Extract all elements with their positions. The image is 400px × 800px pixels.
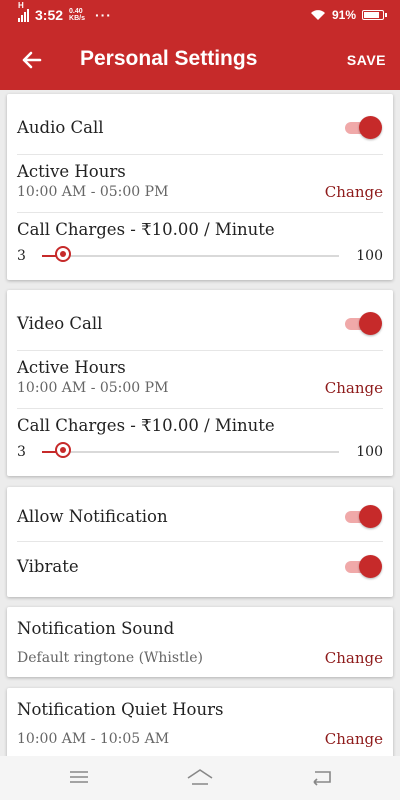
toggle-thumb (359, 312, 382, 335)
allow-notification-toggle[interactable] (345, 505, 382, 528)
status-bar: H 3:52 0.40 KB/s ··· 91% (0, 0, 400, 30)
video-call-card: Video Call Active Hours 10:00 AM - 05:00… (7, 290, 393, 476)
system-nav-bar (0, 756, 400, 800)
allow-notification-label: Allow Notification (17, 507, 168, 526)
slider-thumb[interactable] (55, 246, 72, 262)
battery-fill (364, 12, 380, 18)
audio-charges-label: Call Charges - ₹10.00 / Minute (17, 220, 275, 239)
audio-active-hours-change-link[interactable]: Change (325, 183, 383, 201)
battery-percent: 91% (331, 8, 356, 22)
vibrate-toggle[interactable] (345, 555, 382, 578)
vibrate-row: Vibrate (17, 555, 383, 579)
video-charges-label: Call Charges - ₹10.00 / Minute (17, 416, 275, 435)
vibrate-label: Vibrate (17, 557, 79, 576)
divider (17, 541, 383, 542)
audio-charges-row: Call Charges - ₹10.00 / Minute (17, 220, 383, 244)
speed-unit: KB/s (69, 15, 85, 22)
battery-icon (362, 10, 387, 20)
video-call-toggle[interactable] (345, 312, 382, 335)
slider-max-label: 100 (356, 444, 383, 460)
notification-sound-change-link[interactable]: Change (325, 649, 383, 667)
back-icon[interactable] (306, 766, 336, 788)
audio-active-hours-label: Active Hours (17, 162, 126, 181)
slider-track (42, 451, 339, 453)
quiet-hours-card[interactable]: Notification Quiet Hours 10:00 AM - 10:0… (7, 688, 393, 756)
slider-thumb[interactable] (55, 442, 72, 458)
more-notifications-icon: ··· (94, 7, 112, 23)
save-button[interactable]: SAVE (347, 52, 386, 68)
divider (17, 154, 383, 155)
clock: 3:52 (35, 7, 64, 23)
slider-track (42, 255, 339, 257)
signal-icon: H (18, 1, 29, 22)
divider (17, 350, 383, 351)
notification-sound-row: Notification Sound Default ringtone (Whi… (17, 619, 383, 669)
audio-charges-slider[interactable]: 3 100 (17, 246, 383, 266)
slider-min-label: 3 (17, 248, 26, 264)
video-active-hours-row: Active Hours 10:00 AM - 05:00 PM Change (17, 358, 383, 398)
settings-list[interactable]: Audio Call Active Hours 10:00 AM - 05:00… (0, 90, 400, 756)
video-active-hours-value: 10:00 AM - 05:00 PM (17, 380, 169, 396)
speed-value: 0.40 (69, 8, 83, 15)
notification-sound-label: Notification Sound (17, 619, 175, 638)
toggle-thumb (359, 555, 382, 578)
video-call-row: Video Call (17, 312, 383, 336)
quiet-hours-change-link[interactable]: Change (325, 730, 383, 748)
quiet-hours-row: Notification Quiet Hours 10:00 AM - 10:0… (17, 700, 383, 750)
audio-active-hours-row: Active Hours 10:00 AM - 05:00 PM Change (17, 162, 383, 202)
back-arrow-icon[interactable] (18, 46, 46, 74)
audio-active-hours-value: 10:00 AM - 05:00 PM (17, 184, 169, 200)
audio-call-row: Audio Call (17, 116, 383, 140)
video-active-hours-change-link[interactable]: Change (325, 379, 383, 397)
quiet-hours-label: Notification Quiet Hours (17, 700, 224, 719)
network-speed: 0.40 KB/s (69, 8, 85, 22)
menu-icon[interactable] (64, 766, 94, 788)
wifi-icon (310, 10, 325, 20)
slider-max-label: 100 (356, 248, 383, 264)
divider (17, 408, 383, 409)
audio-call-toggle[interactable] (345, 116, 382, 139)
audio-call-card: Audio Call Active Hours 10:00 AM - 05:00… (7, 94, 393, 280)
home-icon[interactable] (185, 766, 215, 788)
status-right: 91% (310, 8, 387, 22)
notification-sound-card[interactable]: Notification Sound Default ringtone (Whi… (7, 607, 393, 677)
toggle-thumb (359, 116, 382, 139)
app-bar: Personal Settings SAVE (0, 30, 400, 90)
video-charges-slider[interactable]: 3 100 (17, 442, 383, 462)
video-charges-row: Call Charges - ₹10.00 / Minute (17, 416, 383, 440)
allow-notification-row: Allow Notification (17, 505, 383, 529)
quiet-hours-value: 10:00 AM - 10:05 AM (17, 731, 170, 747)
toggle-thumb (359, 505, 382, 528)
audio-call-label: Audio Call (17, 118, 104, 137)
video-charges-slider-row: 3 100 (17, 442, 383, 462)
audio-charges-slider-row: 3 100 (17, 246, 383, 266)
video-call-label: Video Call (17, 314, 103, 333)
page-title: Personal Settings (80, 47, 258, 70)
status-left: H 3:52 0.40 KB/s ··· (18, 1, 112, 23)
video-active-hours-label: Active Hours (17, 358, 126, 377)
divider (17, 212, 383, 213)
network-type: H (18, 1, 24, 10)
notification-sound-value: Default ringtone (Whistle) (17, 650, 203, 666)
notifications-card: Allow Notification Vibrate (7, 487, 393, 597)
slider-min-label: 3 (17, 444, 26, 460)
